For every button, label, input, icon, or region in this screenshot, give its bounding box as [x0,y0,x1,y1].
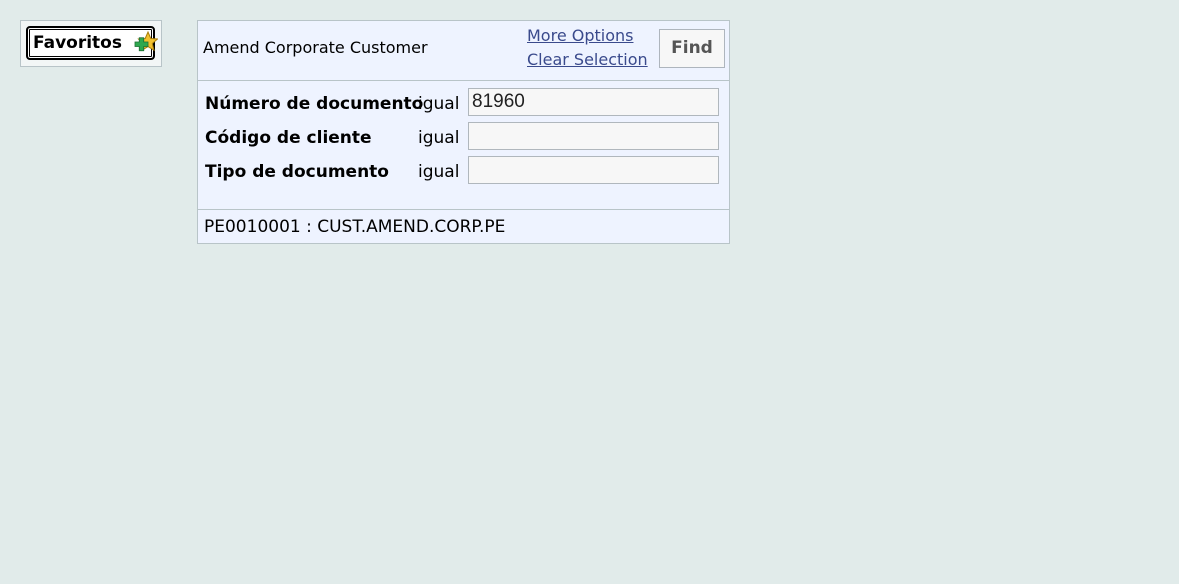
more-options-link[interactable]: More Options [527,26,633,45]
field-operator: igual [418,94,460,114]
favorites-container: Favoritos [20,20,162,67]
field-row-codigo-cliente: Código de cliente igual [198,122,729,152]
favorites-button[interactable]: Favoritos [26,26,159,60]
tipo-documento-input[interactable] [468,156,719,184]
field-operator: igual [418,128,460,148]
clear-selection-link[interactable]: Clear Selection [527,50,648,69]
field-row-numero-documento: Número de documento igual [198,88,729,118]
field-label: Código de cliente [205,128,372,148]
panel-header: Amend Corporate Customer More Options Cl… [198,21,729,81]
favorites-label: Favoritos [33,33,122,53]
panel-footer: PE0010001 : CUST.AMEND.CORP.PE [198,209,729,244]
numero-documento-input[interactable] [468,88,719,116]
codigo-cliente-input[interactable] [468,122,719,150]
star-plus-icon [134,30,159,55]
field-operator: igual [418,162,460,182]
field-row-tipo-documento: Tipo de documento igual [198,156,729,186]
field-label: Número de documento [205,94,424,114]
find-button[interactable]: Find [659,29,725,68]
field-label: Tipo de documento [205,162,389,182]
application-id-text: PE0010001 : CUST.AMEND.CORP.PE [204,217,506,237]
enquiry-panel: Amend Corporate Customer More Options Cl… [197,20,730,244]
page-title: Amend Corporate Customer [203,38,428,57]
